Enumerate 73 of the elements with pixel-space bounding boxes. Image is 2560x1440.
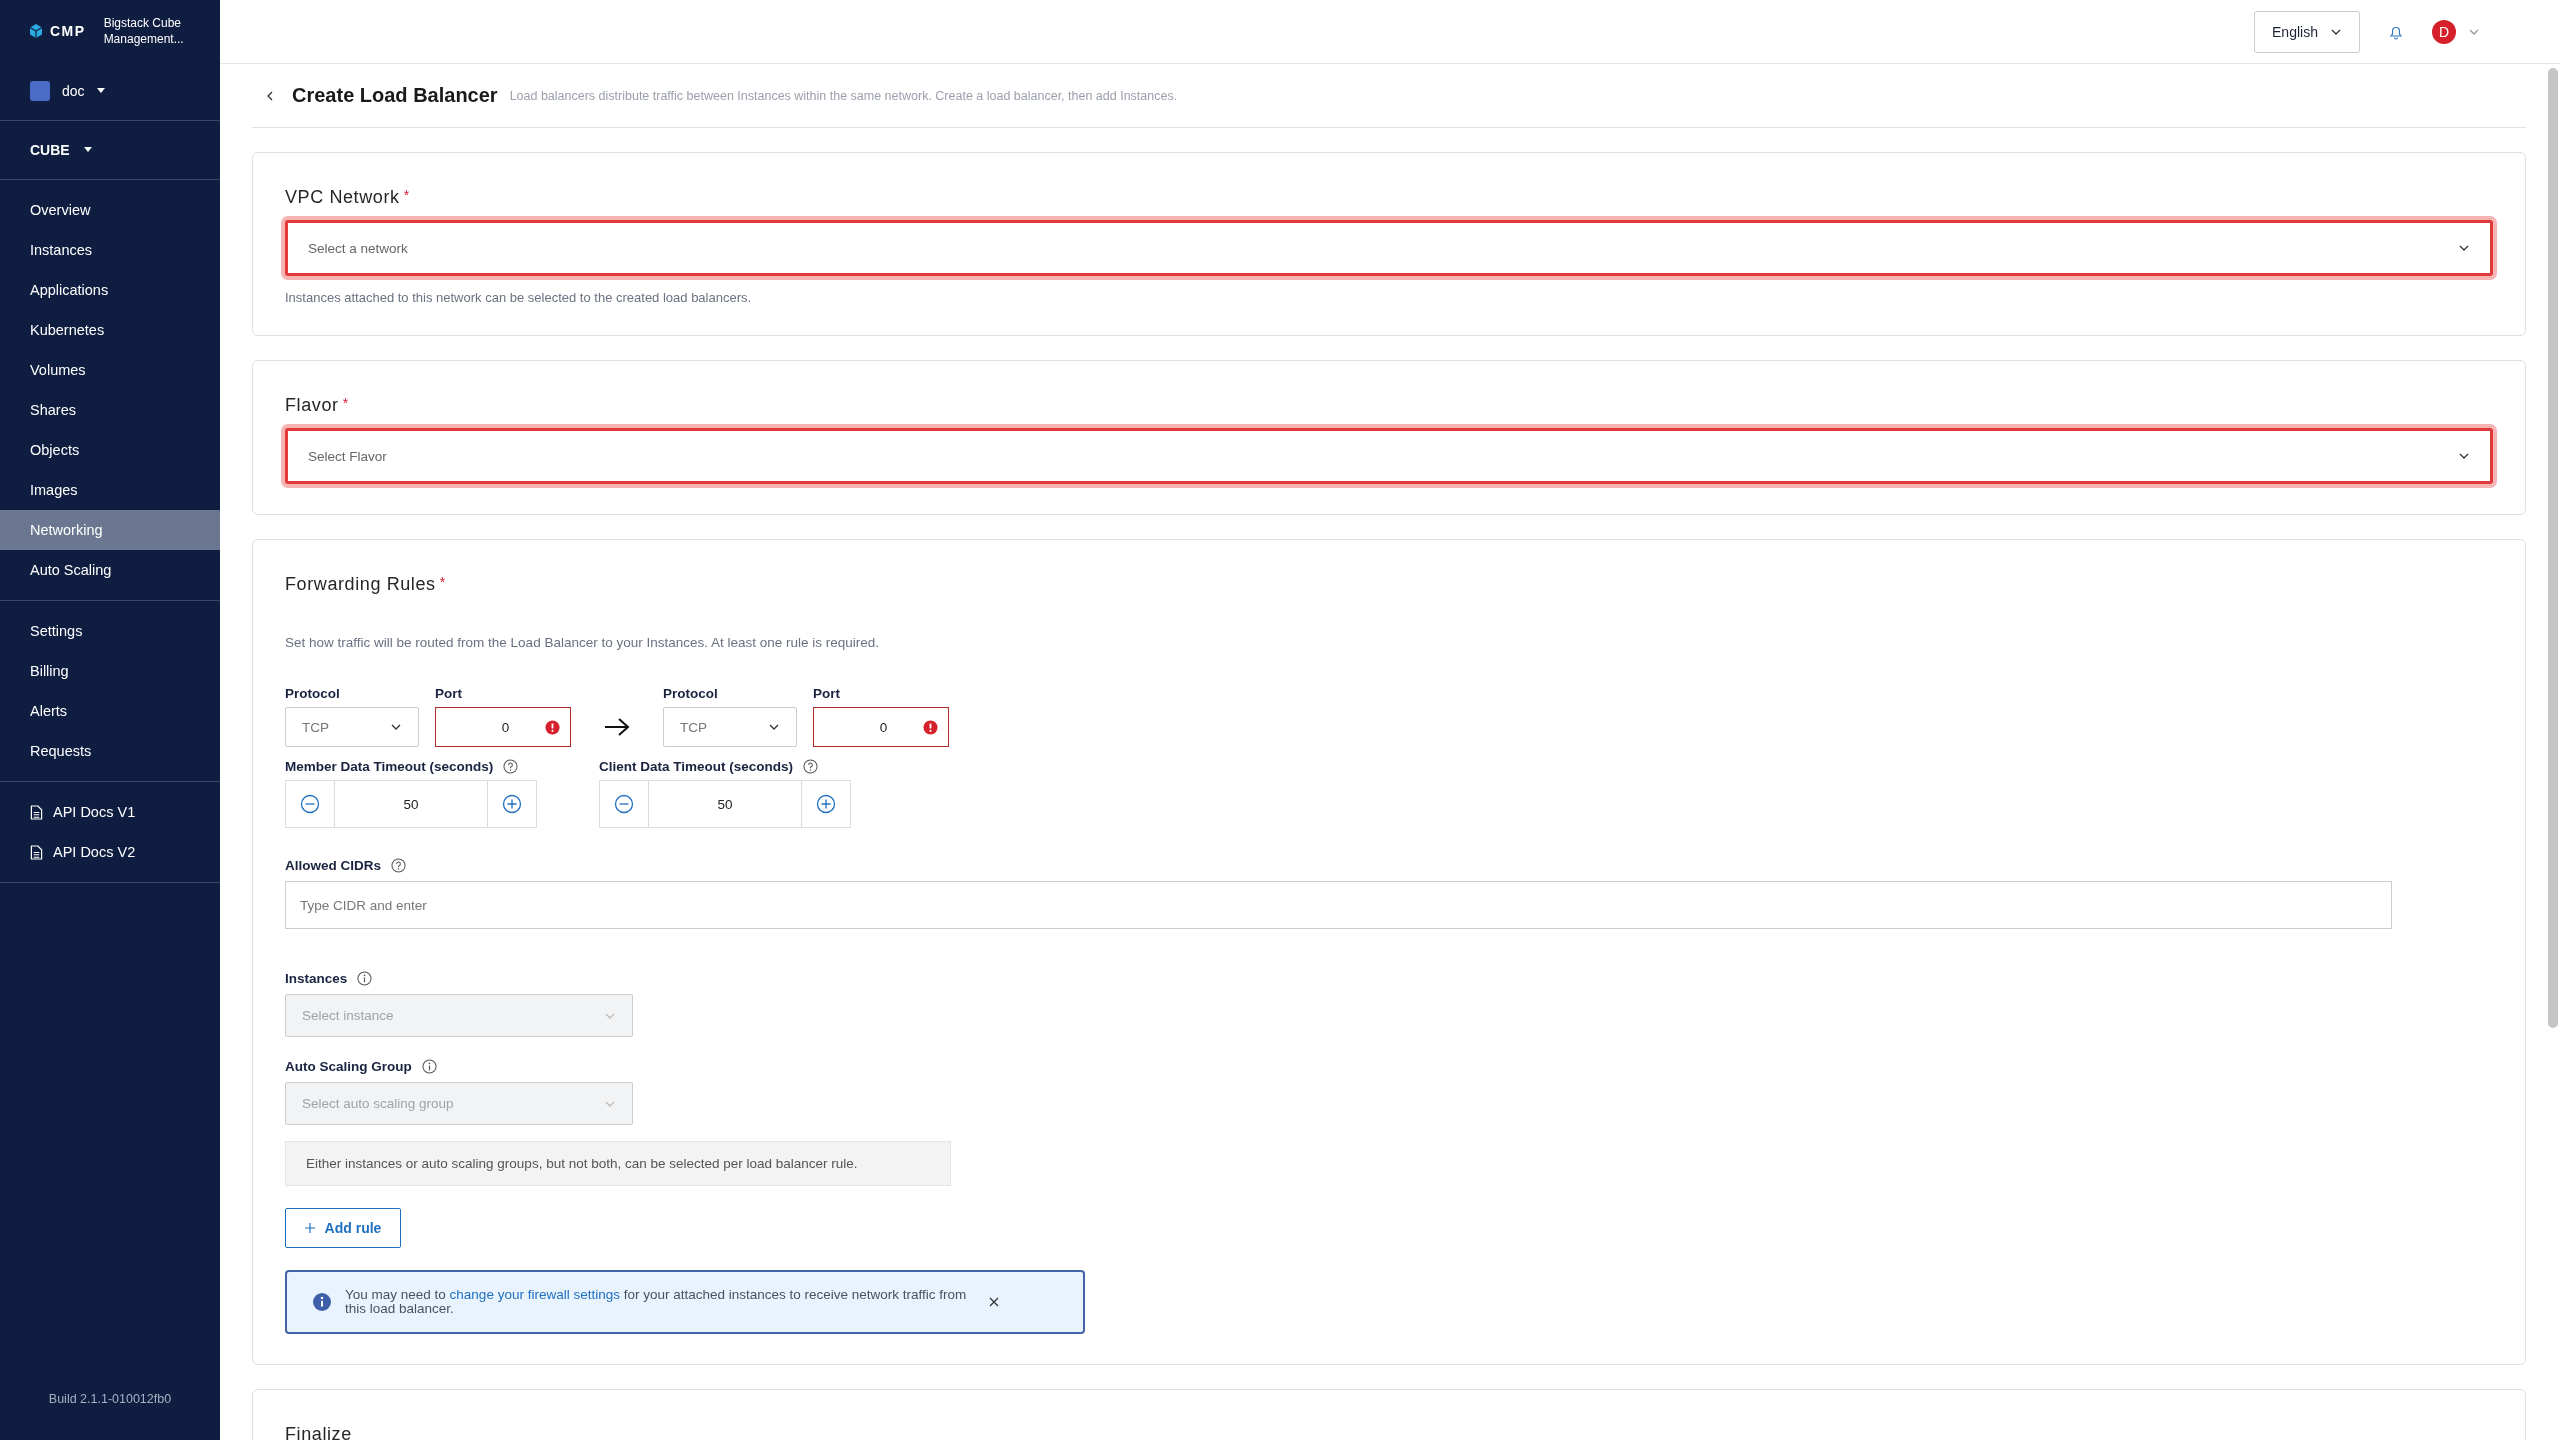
arrow-right-icon (603, 715, 631, 739)
required-mark: * (342, 395, 349, 411)
nav-item[interactable]: API Docs V2 (0, 832, 220, 872)
nav-item[interactable]: Alerts (0, 691, 220, 731)
minus-icon (300, 794, 320, 814)
product-name: Bigstack Cube Management... (103, 15, 185, 47)
error-icon (923, 719, 938, 735)
nav-item[interactable]: Billing (0, 651, 220, 691)
field-label: Allowed CIDRs (285, 858, 381, 873)
nav-item[interactable]: Objects (0, 430, 220, 470)
user-avatar[interactable]: D (2432, 19, 2456, 44)
document-icon (30, 844, 43, 860)
protocol-select[interactable]: TCP (663, 707, 797, 747)
page-description: Load balancers distribute traffic between Instances within the same network. Create a load balancer, then add Instances. (509, 88, 1178, 103)
field-label: Instances (285, 971, 348, 986)
info-icon[interactable] (421, 1059, 437, 1074)
field-label: Auto Scaling Group (285, 1059, 412, 1074)
page-title: Create Load Balancer (292, 84, 498, 107)
nav-item[interactable]: Kubernetes (0, 310, 220, 350)
section-title: Flavor (285, 395, 339, 416)
plus-icon (304, 1223, 315, 1233)
notice-text: You may need to change your firewall settings for your attached instances to receive network traffic from this load balancer. (345, 1288, 968, 1316)
help-icon[interactable] (503, 759, 519, 774)
selection-note: Either instances or auto scaling groups, but not both, can be selected per load balancer rule. (285, 1141, 951, 1186)
section-description: Set how traffic will be routed from the Load Balancer to your Instances. At least one rule is required. (285, 635, 881, 650)
field-label: Protocol (663, 686, 719, 701)
info-icon (313, 1293, 331, 1311)
language-selector[interactable]: English (2254, 10, 2360, 53)
nav-item[interactable]: Applications (0, 270, 220, 310)
section-title: Finalize (285, 1424, 352, 1440)
firewall-settings-link[interactable]: change your firewall settings (449, 1287, 620, 1302)
help-icon[interactable] (803, 759, 819, 774)
nav-item[interactable]: Images (0, 470, 220, 510)
caret-icon (83, 147, 92, 153)
help-icon[interactable] (391, 858, 406, 873)
nav-item[interactable]: Auto Scaling (0, 550, 220, 590)
caret-icon (96, 88, 105, 94)
project-selector[interactable]: doc (0, 62, 220, 121)
nav-item[interactable]: Volumes (0, 350, 220, 390)
cidr-input[interactable]: Type CIDR and enter (285, 881, 2392, 929)
plus-icon (816, 794, 836, 814)
port-field[interactable]: 0 (813, 707, 949, 747)
section-title: Forwarding Rules (285, 574, 436, 595)
logo[interactable]: CMP (28, 23, 86, 39)
field-label: Port (813, 686, 841, 701)
nav-item[interactable]: Overview (0, 190, 220, 230)
field-label: Protocol (285, 686, 341, 701)
nav-item[interactable]: Settings (0, 611, 220, 651)
nav-item[interactable]: API Docs V1 (0, 792, 220, 832)
field-label: Port (435, 686, 463, 701)
plus-icon (502, 794, 522, 814)
info-icon[interactable] (357, 971, 373, 986)
minus-icon (614, 794, 634, 814)
help-text: Instances attached to this network can be selected to the created load balancers. (285, 290, 753, 305)
number-stepper[interactable]: 50 (285, 780, 537, 828)
error-icon (545, 719, 560, 735)
required-mark: * (403, 187, 410, 203)
close-icon[interactable] (989, 1297, 999, 1307)
build-version: Build 2.1.1-010012fb0 (47, 1392, 173, 1408)
nav-item[interactable]: Shares (0, 390, 220, 430)
number-stepper[interactable]: 50 (599, 780, 851, 828)
field-label: Client Data Timeout (seconds) (599, 759, 794, 774)
required-mark: * (439, 574, 446, 590)
region-selector[interactable]: CUBE (0, 121, 220, 180)
field-label: Member Data Timeout (seconds) (285, 759, 494, 774)
nav-item[interactable]: Requests (0, 731, 220, 771)
protocol-select[interactable]: TCP (285, 707, 419, 747)
add-rule-button[interactable]: Add rule (285, 1208, 401, 1248)
port-field[interactable]: 0 (435, 707, 571, 747)
document-icon (30, 804, 43, 820)
nav-item[interactable]: Instances (0, 230, 220, 270)
nav-item[interactable]: Networking (0, 510, 220, 550)
section-title: VPC Network (285, 187, 400, 208)
